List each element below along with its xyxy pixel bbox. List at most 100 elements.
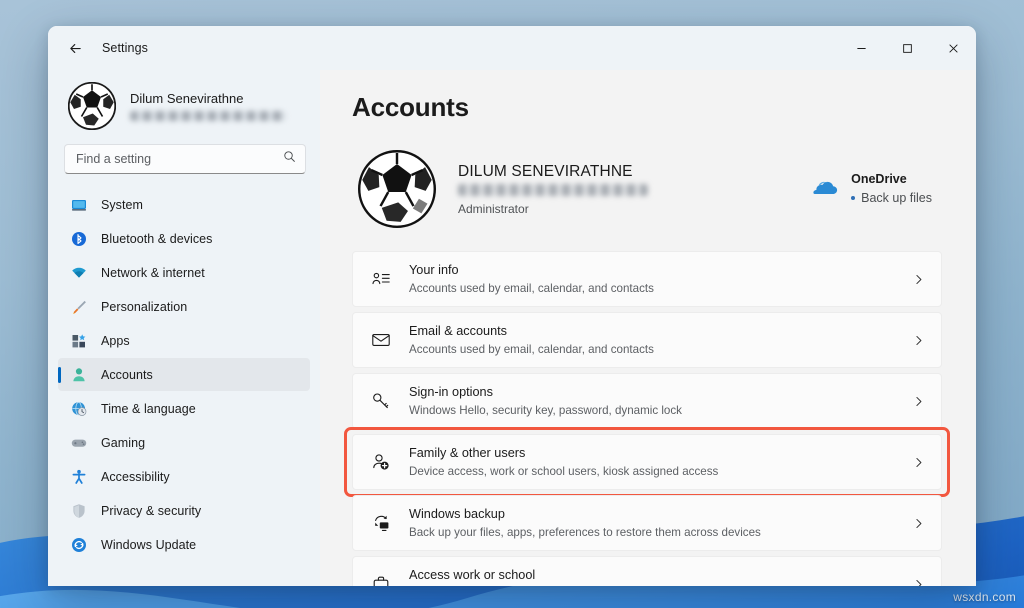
apps-icon (70, 332, 87, 349)
avatar (358, 150, 436, 228)
account-hero: DILUM SENEVIRATHNE Administrator OneDriv… (352, 143, 942, 235)
title-bar: Settings (48, 26, 976, 70)
chevron-right-icon (912, 578, 925, 587)
wifi-icon (70, 264, 87, 281)
search-input[interactable] (76, 152, 275, 166)
minimize-button[interactable] (838, 26, 884, 70)
briefcase-icon (367, 574, 395, 586)
sidebar-item-label: Apps (101, 334, 130, 348)
clock-globe-icon (70, 400, 87, 417)
settings-window: Settings (48, 26, 976, 586)
sidebar-item-gaming[interactable]: Gaming (58, 426, 310, 459)
sidebar-item-time-language[interactable]: Time & language (58, 392, 310, 425)
site-watermark: wsxdn.com (953, 590, 1016, 604)
onedrive-title: OneDrive (851, 171, 932, 188)
backup-sync-icon (367, 513, 395, 533)
sidebar-item-accessibility[interactable]: Accessibility (58, 460, 310, 493)
search-container (58, 144, 310, 174)
person-icon (70, 366, 87, 383)
account-role: Administrator (458, 202, 811, 216)
contact-card-icon (367, 269, 395, 289)
sidebar-item-personalization[interactable]: Personalization (58, 290, 310, 323)
sidebar-item-label: System (101, 198, 143, 212)
card-subtitle: Windows Hello, security key, password, d… (409, 403, 912, 418)
sidebar-item-accounts[interactable]: Accounts (58, 358, 310, 391)
sidebar-item-bluetooth-devices[interactable]: Bluetooth & devices (58, 222, 310, 255)
sidebar-item-apps[interactable]: Apps (58, 324, 310, 357)
card-slot-windows-backup: Windows backup Back up your files, apps,… (352, 495, 942, 551)
sidebar-item-network-internet[interactable]: Network & internet (58, 256, 310, 289)
card-slot-sign-in-options: Sign-in options Windows Hello, security … (352, 373, 942, 429)
card-subtitle: Accounts used by email, calendar, and co… (409, 342, 912, 357)
sidebar-profile-name: Dilum Senevirathne (130, 91, 286, 108)
chevron-right-icon (912, 334, 925, 347)
sidebar-item-label: Windows Update (101, 538, 196, 552)
card-subtitle: Back up your files, apps, preferences to… (409, 525, 912, 540)
settings-card-list: Your info Accounts used by email, calend… (352, 251, 942, 586)
onedrive-cloud-icon (811, 178, 839, 201)
card-title: Your info (409, 262, 912, 279)
monitor-icon (70, 196, 87, 213)
envelope-icon (367, 330, 395, 350)
sidebar-item-privacy-security[interactable]: Privacy & security (58, 494, 310, 527)
main-content: Accounts DILUM SENEVIRATHNE (320, 70, 976, 586)
bullet-icon (851, 196, 855, 200)
sidebar-item-system[interactable]: System (58, 188, 310, 221)
page-title: Accounts (352, 92, 942, 123)
gamepad-icon (70, 434, 87, 451)
settings-card-your-info[interactable]: Your info Accounts used by email, calend… (352, 251, 942, 307)
card-slot-family-other-users: Family & other users Device access, work… (352, 434, 942, 490)
chevron-right-icon (912, 456, 925, 469)
sidebar-profile[interactable]: Dilum Senevirathne (58, 70, 310, 144)
sidebar-nav: System Bluetooth & devices (58, 188, 310, 568)
close-button[interactable] (930, 26, 976, 70)
sidebar-item-label: Bluetooth & devices (101, 232, 212, 246)
card-slot-your-info: Your info Accounts used by email, calend… (352, 251, 942, 307)
sidebar-item-label: Accounts (101, 368, 153, 382)
card-subtitle: Accounts used by email, calendar, and co… (409, 281, 912, 296)
account-name: DILUM SENEVIRATHNE (458, 163, 811, 181)
card-title: Family & other users (409, 445, 912, 462)
sidebar-item-label: Network & internet (101, 266, 205, 280)
search-icon (283, 150, 296, 168)
back-button[interactable] (58, 33, 92, 63)
chevron-right-icon (912, 273, 925, 286)
shield-icon (70, 502, 87, 519)
settings-card-windows-backup[interactable]: Windows backup Back up your files, apps,… (352, 495, 942, 551)
chevron-right-icon (912, 517, 925, 530)
key-icon (367, 391, 395, 411)
card-subtitle: Device access, work or school users, kio… (409, 464, 912, 479)
sidebar-item-label: Time & language (101, 402, 196, 416)
card-title: Windows backup (409, 506, 912, 523)
onedrive-backup-link[interactable]: Back up files (851, 190, 932, 207)
card-title: Email & accounts (409, 323, 912, 340)
maximize-button[interactable] (884, 26, 930, 70)
sidebar-item-label: Personalization (101, 300, 187, 314)
settings-card-email-accounts[interactable]: Email & accounts Accounts used by email,… (352, 312, 942, 368)
card-slot-access-work-school: Access work or school Organization resou… (352, 556, 942, 586)
card-title: Sign-in options (409, 384, 912, 401)
bluetooth-icon (70, 230, 87, 247)
settings-card-access-work-school[interactable]: Access work or school Organization resou… (352, 556, 942, 586)
window-title: Settings (102, 41, 148, 55)
sidebar-item-windows-update[interactable]: Windows Update (58, 528, 310, 561)
account-email-redacted (458, 184, 648, 196)
search-box[interactable] (64, 144, 306, 174)
sidebar-item-label: Gaming (101, 436, 145, 450)
update-arrows-icon (70, 536, 87, 553)
sidebar-item-label: Accessibility (101, 470, 170, 484)
paintbrush-icon (70, 298, 87, 315)
onedrive-section: OneDrive Back up files (811, 171, 938, 207)
person-add-icon (367, 452, 395, 472)
accessibility-icon (70, 468, 87, 485)
chevron-right-icon (912, 395, 925, 408)
card-title: Access work or school (409, 567, 912, 584)
card-slot-email-accounts: Email & accounts Accounts used by email,… (352, 312, 942, 368)
settings-card-family-other-users[interactable]: Family & other users Device access, work… (352, 434, 942, 490)
settings-card-sign-in-options[interactable]: Sign-in options Windows Hello, security … (352, 373, 942, 429)
avatar (68, 82, 116, 130)
onedrive-link-label: Back up files (861, 190, 932, 207)
sidebar-item-label: Privacy & security (101, 504, 201, 518)
sidebar: Dilum Senevirathne (48, 70, 320, 586)
window-controls (838, 26, 976, 70)
